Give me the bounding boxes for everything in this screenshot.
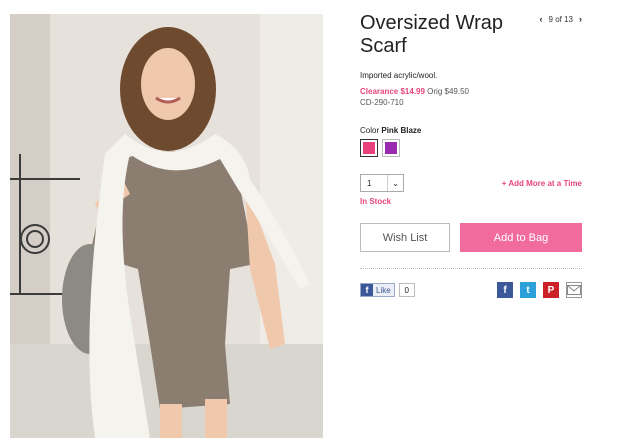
product-description: Imported acrylic/wool. <box>360 71 438 80</box>
action-buttons: Wish List Add to Bag <box>360 223 582 252</box>
divider <box>360 268 582 269</box>
quantity-row: 1 ⌄ + Add More at a Time <box>360 174 582 192</box>
product-details: Oversized Wrap Scarf ‹ 9 of 13 › Importe… <box>360 12 582 298</box>
social-row: f Like 0 f t P <box>360 282 582 298</box>
twitter-icon[interactable]: t <box>520 282 536 298</box>
chevron-down-icon[interactable]: ⌄ <box>387 175 403 191</box>
facebook-logo-icon: f <box>361 284 373 296</box>
wish-list-button[interactable]: Wish List <box>360 223 450 252</box>
quantity-value: 1 <box>367 178 372 188</box>
email-icon[interactable] <box>566 282 582 298</box>
pinterest-icon[interactable]: P <box>543 282 559 298</box>
pagination-count: 9 of 13 <box>548 14 573 24</box>
original-price: Orig $49.50 <box>427 87 469 96</box>
pagination: ‹ 9 of 13 › <box>540 14 582 24</box>
add-more-link[interactable]: + Add More at a Time <box>502 179 582 188</box>
color-prefix: Color <box>360 126 380 135</box>
add-to-bag-button[interactable]: Add to Bag <box>460 223 582 252</box>
selected-color-name: Pink Blaze <box>381 126 422 135</box>
color-swatches <box>360 139 582 157</box>
like-count: 0 <box>398 283 415 297</box>
color-label: Color Pink Blaze <box>360 126 582 135</box>
share-icons: f t P <box>497 282 582 298</box>
price-line: Clearance $14.99 Orig $49.50 <box>360 87 582 96</box>
sku: CD-290-710 <box>360 98 404 107</box>
product-image <box>10 14 323 438</box>
like-label: Like <box>376 285 391 295</box>
stock-status: In Stock <box>360 197 392 206</box>
quantity-select[interactable]: 1 ⌄ <box>360 174 404 192</box>
facebook-like: f Like 0 <box>360 283 415 297</box>
chevron-left-icon[interactable]: ‹ <box>540 14 543 24</box>
chevron-right-icon[interactable]: › <box>579 14 582 24</box>
facebook-icon[interactable]: f <box>497 282 513 298</box>
swatch-pink-blaze[interactable] <box>360 139 378 157</box>
facebook-like-button[interactable]: f Like <box>360 283 395 297</box>
clearance-price: Clearance $14.99 <box>360 87 425 96</box>
swatch-purple[interactable] <box>382 139 400 157</box>
product-title: Oversized Wrap Scarf <box>360 12 504 57</box>
